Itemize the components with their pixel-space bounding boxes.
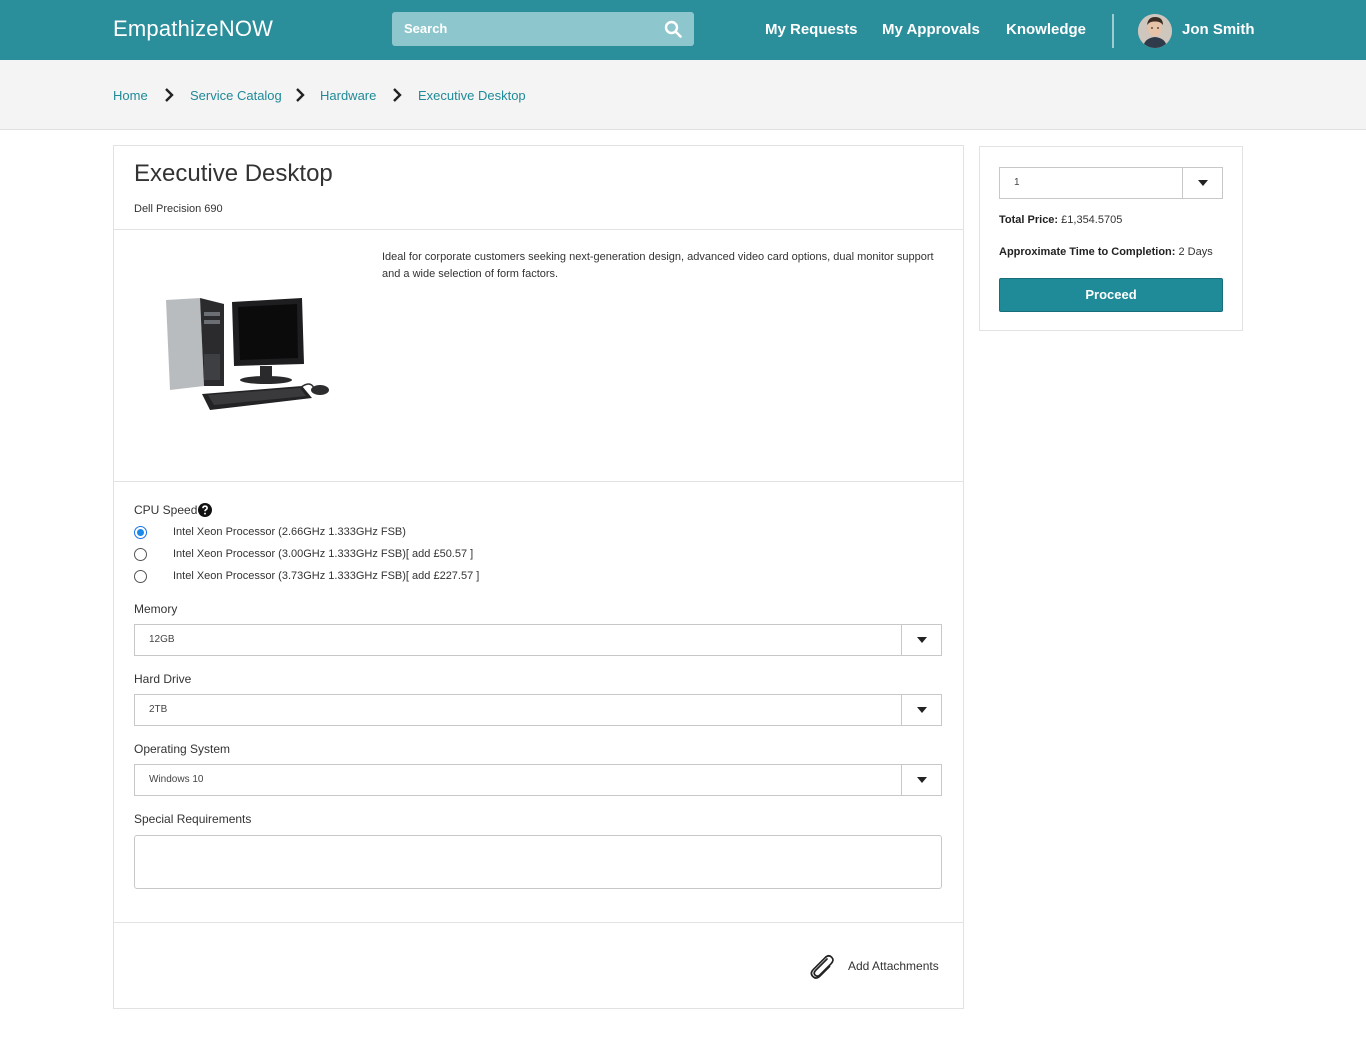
nav-my-requests[interactable]: My Requests — [765, 21, 858, 38]
hard-drive-value: 2TB — [149, 704, 168, 715]
item-subtitle: Dell Precision 690 — [134, 203, 223, 215]
brand-logo[interactable]: EmpathizeNOW — [113, 16, 273, 42]
nav-knowledge[interactable]: Knowledge — [1006, 21, 1086, 38]
divider — [114, 229, 963, 230]
add-attachments-label: Add Attachments — [848, 959, 939, 973]
radio-unselected[interactable] — [134, 548, 147, 561]
breadcrumb-service-catalog[interactable]: Service Catalog — [190, 88, 282, 103]
time-to-completion-label: Approximate Time to Completion: — [999, 246, 1176, 258]
dropdown-button[interactable] — [901, 625, 941, 655]
breadcrumb-executive-desktop[interactable]: Executive Desktop — [418, 88, 526, 103]
cpu-option-label: Intel Xeon Processor (3.00GHz 1.333GHz F… — [173, 548, 474, 560]
item-description: Ideal for corporate customers seeking ne… — [382, 251, 934, 280]
breadcrumb: Home Service Catalog Hardware Executive … — [0, 60, 1366, 130]
radio-unselected[interactable] — [134, 570, 147, 583]
chevron-right-icon — [393, 88, 402, 102]
cpu-option-2-66ghz[interactable]: Intel Xeon Processor (2.66GHz 1.333GHz F… — [134, 525, 734, 541]
caret-down-icon — [917, 777, 927, 783]
catalog-item-card: Executive Desktop Dell Precision 690 Ide… — [113, 145, 964, 1009]
radio-selected[interactable] — [134, 526, 147, 539]
order-summary-card: 1 Total Price: £1,354.5705 Approximate T… — [979, 146, 1243, 331]
special-requirements-label: Special Requirements — [134, 812, 252, 826]
user-avatar-icon — [1138, 14, 1172, 48]
time-to-completion-value: 2 Days — [1178, 246, 1213, 258]
memory-value: 12GB — [149, 634, 175, 645]
total-price-value: £1,354.5705 — [1061, 214, 1123, 226]
chevron-right-icon — [165, 88, 174, 102]
search-placeholder: Search — [404, 21, 448, 36]
total-price: Total Price: £1,354.5705 — [999, 214, 1122, 226]
page-title: Executive Desktop — [134, 160, 333, 187]
user-name[interactable]: Jon Smith — [1182, 21, 1255, 38]
caret-down-icon — [917, 637, 927, 643]
dropdown-button[interactable] — [1182, 168, 1222, 198]
operating-system-label: Operating System — [134, 742, 231, 756]
special-requirements-field[interactable] — [134, 835, 942, 889]
chevron-right-icon — [296, 88, 305, 102]
search-input[interactable]: Search — [392, 12, 694, 46]
help-icon[interactable] — [198, 503, 212, 517]
operating-system-select[interactable]: Windows 10 — [134, 764, 942, 796]
cpu-option-label: Intel Xeon Processor (2.66GHz 1.333GHz F… — [173, 526, 406, 538]
time-to-completion: Approximate Time to Completion: 2 Days — [999, 246, 1213, 258]
cpu-option-3-73ghz[interactable]: Intel Xeon Processor (3.73GHz 1.333GHz F… — [134, 569, 734, 585]
cpu-option-label: Intel Xeon Processor (3.73GHz 1.333GHz F… — [173, 570, 480, 582]
memory-label: Memory — [134, 602, 178, 616]
divider — [114, 481, 963, 482]
nav-my-approvals[interactable]: My Approvals — [882, 21, 980, 38]
cpu-speed-label: CPU Speed — [134, 503, 198, 517]
paperclip-icon — [810, 955, 834, 979]
breadcrumb-hardware[interactable]: Hardware — [320, 88, 376, 103]
hard-drive-select[interactable]: 2TB — [134, 694, 942, 726]
memory-select[interactable]: 12GB — [134, 624, 942, 656]
add-attachments-button[interactable]: Add Attachments — [806, 951, 946, 981]
total-price-label: Total Price: — [999, 214, 1059, 226]
caret-down-icon — [1198, 180, 1208, 186]
avatar[interactable] — [1138, 14, 1172, 48]
search-icon[interactable] — [664, 20, 682, 38]
top-navigation-bar: EmpathizeNOW Search My Requests My Appro… — [0, 0, 1366, 60]
operating-system-value: Windows 10 — [149, 774, 204, 785]
divider — [114, 922, 963, 923]
dropdown-button[interactable] — [901, 765, 941, 795]
product-image — [166, 298, 329, 410]
hard-drive-label: Hard Drive — [134, 672, 192, 686]
breadcrumb-home[interactable]: Home — [113, 88, 148, 103]
quantity-select[interactable]: 1 — [999, 167, 1223, 199]
nav-divider — [1112, 14, 1114, 48]
quantity-value: 1 — [1014, 177, 1020, 188]
proceed-button[interactable]: Proceed — [999, 278, 1223, 312]
dropdown-button[interactable] — [901, 695, 941, 725]
caret-down-icon — [917, 707, 927, 713]
cpu-option-3-00ghz[interactable]: Intel Xeon Processor (3.00GHz 1.333GHz F… — [134, 547, 734, 563]
